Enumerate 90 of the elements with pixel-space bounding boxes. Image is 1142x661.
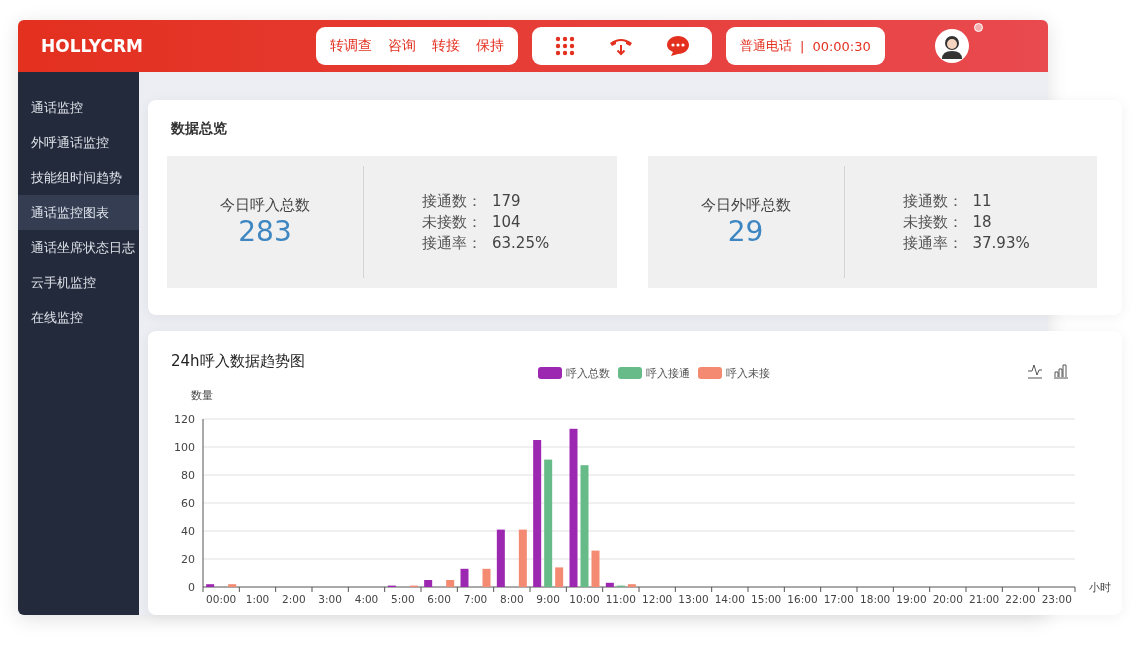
x-tick-label: 23:00 xyxy=(1041,593,1072,605)
x-tick-label: 21:00 xyxy=(969,593,1000,605)
legend-label: 呼入未接 xyxy=(726,367,770,380)
x-tick-label: 11:00 xyxy=(605,593,636,605)
x-tick-label: 18:00 xyxy=(860,593,891,605)
logo: HOLLYCRM xyxy=(41,36,144,56)
bar-chart-icon[interactable] xyxy=(1053,364,1069,379)
stat-value: 179 xyxy=(492,191,522,211)
stat-label: 今日外呼总数 xyxy=(700,196,791,215)
y-tick-label: 20 xyxy=(181,553,195,566)
sidebar-item[interactable]: 通话监控图表 xyxy=(18,195,139,230)
bar xyxy=(605,582,614,587)
x-tick-label: 13:00 xyxy=(678,593,709,605)
x-axis-title: 小时 xyxy=(1089,581,1111,594)
sidebar-item[interactable]: 外呼通话监控 xyxy=(18,125,139,160)
x-tick-label: 16:00 xyxy=(787,593,818,605)
x-tick-label: 22:00 xyxy=(1005,593,1036,605)
x-tick-label: 19:00 xyxy=(896,593,927,605)
call-action-button[interactable]: 转调查 xyxy=(324,37,378,55)
call-action-button[interactable]: 咨询 xyxy=(382,37,422,55)
bar xyxy=(555,567,564,587)
stat-total: 283 xyxy=(238,215,292,248)
chart-title: 24h呼入数据趋势图 xyxy=(171,351,305,372)
stat-key: 未接数： xyxy=(902,212,963,232)
x-tick-label: 10:00 xyxy=(569,593,600,605)
line-chart-icon[interactable] xyxy=(1027,364,1043,379)
stat-value: 104 xyxy=(492,212,522,232)
x-tick-label: 2:00 xyxy=(282,593,306,605)
bar xyxy=(228,584,237,587)
sidebar-item[interactable]: 技能组时间趋势 xyxy=(18,160,139,195)
call-action-button[interactable]: 保持 xyxy=(470,37,510,55)
stat-value: 63.25% xyxy=(492,233,550,253)
x-tick-label: 14:00 xyxy=(714,593,745,605)
y-tick-label: 120 xyxy=(174,413,195,426)
bar xyxy=(627,584,636,587)
x-tick-label: 4:00 xyxy=(354,593,379,605)
bar xyxy=(591,550,600,587)
bar xyxy=(482,568,491,587)
stat-value: 37.93% xyxy=(972,233,1030,253)
call-duration: 00:00:30 xyxy=(811,38,872,54)
stat-key: 未接数： xyxy=(422,212,482,232)
x-tick-label: 17:00 xyxy=(823,593,854,605)
bar xyxy=(206,584,215,587)
y-tick-label: 60 xyxy=(181,497,195,510)
x-tick-label: 9:00 xyxy=(536,593,560,605)
x-tick-label: 20:00 xyxy=(932,593,963,605)
y-tick-label: 100 xyxy=(174,441,195,454)
x-tick-label: 12:00 xyxy=(642,593,673,605)
bar xyxy=(496,529,505,587)
call-action-button[interactable]: 转接 xyxy=(426,37,466,55)
x-tick-label: 7:00 xyxy=(463,593,488,605)
call-type: 普通电话 xyxy=(739,37,793,55)
sidebar-item[interactable]: 通话坐席状态日志 xyxy=(18,230,139,265)
stat-key: 接通率： xyxy=(422,233,482,253)
legend-label: 呼入总数 xyxy=(566,367,610,380)
x-tick-label: 8:00 xyxy=(500,593,524,605)
bar xyxy=(446,580,455,587)
x-tick-label: 00:00 xyxy=(206,593,237,605)
sidebar-item[interactable]: 在线监控 xyxy=(18,300,139,335)
bar xyxy=(424,580,433,587)
x-tick-label: 15:00 xyxy=(751,593,782,605)
dialpad-icon xyxy=(554,35,576,57)
status-dot xyxy=(973,23,983,32)
stat-value: 18 xyxy=(972,212,993,232)
legend-item[interactable]: 呼入未接 xyxy=(698,367,770,380)
avatar-icon[interactable] xyxy=(934,29,969,63)
bar xyxy=(460,568,469,587)
legend-label: 呼入接通 xyxy=(646,367,690,380)
sidebar-item[interactable]: 通话监控 xyxy=(18,90,139,125)
bar xyxy=(518,529,527,587)
separator: | xyxy=(800,38,805,54)
section-title: 数据总览 xyxy=(171,120,228,138)
y-tick-label: 0 xyxy=(188,581,195,594)
y-tick-label: 40 xyxy=(181,525,195,538)
stat-key: 接通率： xyxy=(902,233,963,253)
sidebar-item[interactable]: 云手机监控 xyxy=(18,265,139,300)
stat-key: 接通数： xyxy=(902,191,963,211)
y-axis-title: 数量 xyxy=(191,389,213,402)
x-tick-label: 5:00 xyxy=(391,593,415,605)
x-tick-label: 1:00 xyxy=(245,593,270,605)
y-tick-label: 80 xyxy=(181,469,195,482)
x-tick-label: 3:00 xyxy=(318,593,342,605)
legend-item[interactable]: 呼入接通 xyxy=(618,367,690,380)
stat-value: 11 xyxy=(972,191,993,211)
stat-total: 29 xyxy=(727,215,764,248)
stat-key: 接通数： xyxy=(422,191,482,211)
stat-label: 今日呼入总数 xyxy=(220,196,310,215)
chat-bubble-icon xyxy=(666,35,690,57)
legend-item[interactable]: 呼入总数 xyxy=(538,367,610,380)
x-tick-label: 6:00 xyxy=(427,593,451,605)
